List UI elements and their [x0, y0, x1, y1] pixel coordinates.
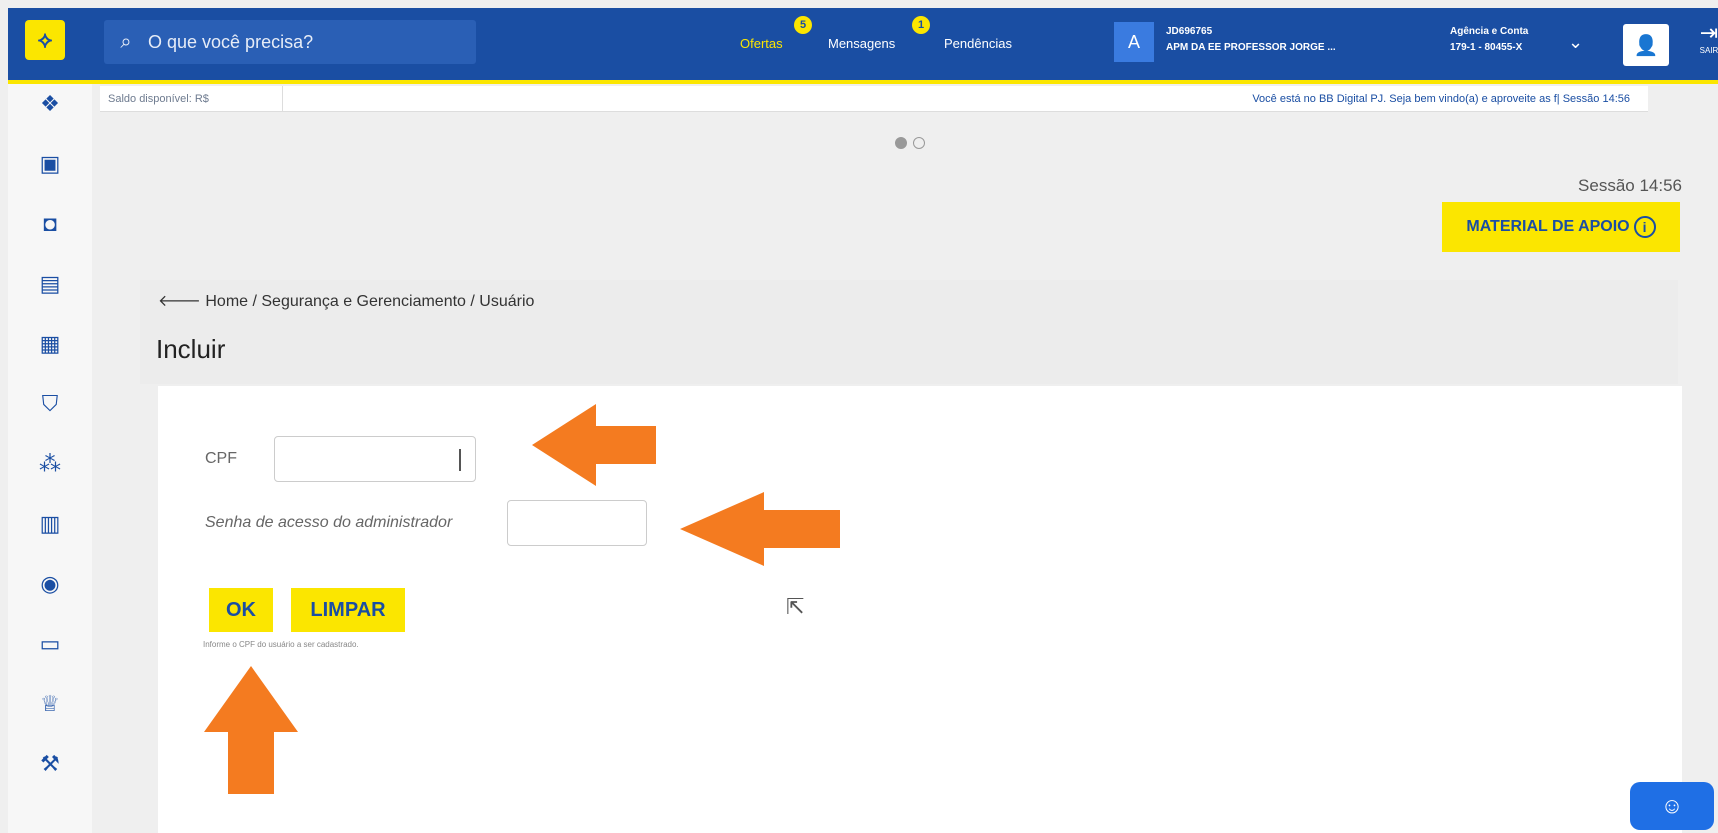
- text-caret: [459, 449, 461, 471]
- smile-icon: ☺: [1660, 793, 1684, 818]
- agency-label: Agência e Conta: [1450, 26, 1529, 37]
- carousel-dot-2[interactable]: [913, 137, 925, 149]
- barcode-icon[interactable]: ▥: [34, 508, 66, 540]
- top-bar: ⟡ ⌕ O que você precisa? Ofertas 5 Mensag…: [8, 8, 1718, 80]
- people-icon[interactable]: ⁂: [34, 448, 66, 480]
- receipt-icon[interactable]: ▦: [34, 328, 66, 360]
- mensagens-badge: 1: [912, 16, 930, 34]
- top-bar-accent: [8, 80, 1718, 84]
- mouse-cursor-icon: ⇱: [786, 594, 805, 619]
- carousel-dot-1[interactable]: [895, 137, 907, 149]
- session-timer: Sessão 14:56: [1578, 176, 1682, 195]
- logout-icon: ⇥: [1699, 20, 1718, 45]
- loan-icon[interactable]: ◉: [34, 568, 66, 600]
- cash-icon[interactable]: ▣: [34, 148, 66, 180]
- material-button-label: MATERIAL DE APOIO: [1466, 218, 1630, 235]
- agency-value: 179-1 - 80455-X: [1450, 42, 1523, 53]
- content-header: 🡐 Home / Segurança e Gerenciamento / Usu…: [140, 280, 1678, 384]
- exit-label: SAIR: [1699, 46, 1718, 55]
- search-input[interactable]: O que você precisa?: [148, 32, 313, 53]
- search-box[interactable]: ⌕ O que você precisa?: [104, 20, 476, 64]
- exit-button[interactable]: ⇥ SAIR: [1692, 20, 1718, 70]
- breadcrumb[interactable]: 🡐 Home / Segurança e Gerenciamento / Usu…: [158, 290, 534, 311]
- breadcrumb-text: Home / Segurança e Gerenciamento / Usuár…: [205, 293, 535, 310]
- nav-pendencias[interactable]: Pendências: [944, 36, 1012, 51]
- carousel-dots: [895, 136, 931, 154]
- info-icon: i: [1633, 216, 1656, 238]
- cpf-label: CPF: [205, 450, 237, 467]
- form-hint: Informe o CPF do usuário a ser cadastrad…: [203, 640, 359, 649]
- profile-button[interactable]: 👤: [1623, 24, 1669, 66]
- cpf-input[interactable]: [274, 436, 476, 482]
- chevron-down-icon[interactable]: ⌄: [1568, 32, 1583, 53]
- shield-icon[interactable]: ⛉: [34, 388, 66, 420]
- document-check-icon[interactable]: ▤: [34, 268, 66, 300]
- search-icon: ⌕: [120, 30, 132, 53]
- balance-text: Saldo disponível: R$: [108, 93, 209, 105]
- home-icon[interactable]: ❖: [34, 88, 66, 120]
- account-avatar[interactable]: A: [1114, 22, 1154, 62]
- nav-mensagens[interactable]: Mensagens: [828, 36, 895, 51]
- account-info[interactable]: JD696765 APM DA EE PROFESSOR JORGE ...: [1166, 24, 1336, 56]
- page-title: Incluir: [156, 334, 226, 364]
- clear-button[interactable]: LIMPAR: [291, 588, 405, 632]
- divider: [282, 86, 283, 112]
- ofertas-badge: 5: [794, 16, 812, 34]
- admin-password-input[interactable]: [507, 500, 647, 546]
- material-de-apoio-button[interactable]: MATERIAL DE APOIO i: [1442, 202, 1680, 252]
- user-icon: 👤: [1633, 34, 1659, 57]
- wallet-icon[interactable]: ◘: [34, 208, 66, 240]
- card-icon[interactable]: ▭: [34, 628, 66, 660]
- nav-ofertas[interactable]: Ofertas: [740, 36, 783, 51]
- bb-logo[interactable]: ⟡: [25, 20, 65, 60]
- chat-assistant-button[interactable]: ☺: [1630, 782, 1714, 830]
- annotation-arrow-left-icon: [680, 492, 840, 566]
- account-name: APM DA EE PROFESSOR JORGE ...: [1166, 42, 1336, 53]
- account-code: JD696765: [1166, 26, 1213, 37]
- sidebar: ❖ ▣ ◘ ▤ ▦ ⛉ ⁂ ▥ ◉ ▭ ♕ ⚒: [8, 84, 92, 833]
- annotation-arrow-up-icon: [204, 666, 298, 794]
- password-label: Senha de acesso do administrador: [205, 514, 453, 531]
- back-arrow-icon[interactable]: 🡐: [158, 293, 201, 310]
- agency-info[interactable]: Agência e Conta 179-1 - 80455-X: [1450, 24, 1528, 56]
- trophy-icon[interactable]: ♕: [34, 688, 66, 720]
- welcome-ticker: Você está no BB Digital PJ. Seja bem vin…: [1252, 93, 1630, 105]
- info-bar: Saldo disponível: R$ Você está no BB Dig…: [100, 86, 1648, 112]
- ok-button[interactable]: OK: [209, 588, 273, 632]
- auction-icon[interactable]: ⚒: [34, 748, 66, 780]
- annotation-arrow-left-icon: [532, 404, 656, 486]
